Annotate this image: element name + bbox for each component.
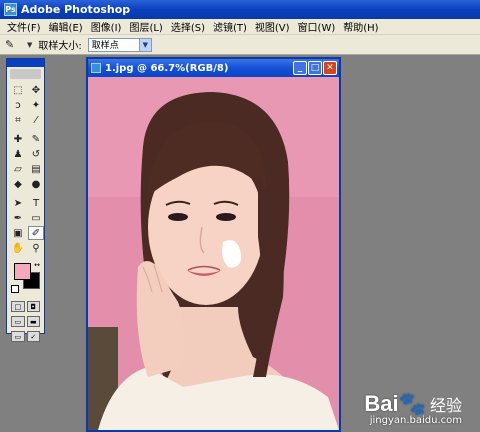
- marquee-tool-icon[interactable]: ⬚: [10, 83, 26, 97]
- close-button[interactable]: ✕: [323, 61, 337, 75]
- eyedropper-tool-icon[interactable]: ✐: [28, 226, 44, 240]
- portrait-photo: [88, 77, 339, 430]
- document-window: 1.jpg @ 66.7%(RGB/8) _ □ ✕: [86, 57, 341, 432]
- shape-tool-icon[interactable]: ▭: [28, 211, 44, 225]
- crop-tool-icon[interactable]: ⌗: [10, 113, 26, 127]
- brush-tool-icon[interactable]: ✎: [28, 132, 44, 146]
- standard-screen-icon[interactable]: ▭: [11, 316, 25, 327]
- eyedropper-tool-icon[interactable]: ✎: [5, 37, 27, 53]
- menu-image[interactable]: 图像(I): [87, 19, 126, 34]
- toolbox-title-bar[interactable]: [7, 59, 44, 67]
- swap-colors-icon[interactable]: ↔: [34, 261, 40, 269]
- zoom-tool-icon[interactable]: ⚲: [28, 241, 44, 255]
- baidu-jingyan-watermark: Bai🐾 经验 jingyan.baidu.com: [364, 391, 462, 426]
- chevron-down-icon[interactable]: ▼: [138, 38, 151, 51]
- clone-stamp-tool-icon[interactable]: ♟: [10, 147, 26, 161]
- menu-file[interactable]: 文件(F): [3, 19, 45, 34]
- document-title: 1.jpg @ 66.7%(RGB/8): [105, 62, 229, 74]
- menu-help[interactable]: 帮助(H): [339, 19, 382, 34]
- document-icon: [91, 63, 101, 73]
- menu-window[interactable]: 窗口(W): [294, 19, 340, 34]
- sample-size-value: 取样点: [91, 41, 119, 51]
- photoshop-logo-icon: Ps: [4, 3, 17, 16]
- color-swatches: ↔: [10, 261, 41, 295]
- document-title-bar[interactable]: 1.jpg @ 66.7%(RGB/8) _ □ ✕: [88, 59, 339, 77]
- watermark-brand: 经验: [429, 396, 462, 415]
- foreground-color-swatch[interactable]: [14, 263, 31, 280]
- watermark-logo: Bai: [364, 391, 399, 416]
- slice-tool-icon[interactable]: ⁄: [28, 113, 44, 127]
- dodge-tool-icon[interactable]: ●: [28, 177, 44, 191]
- default-colors-icon[interactable]: [11, 285, 19, 293]
- tool-preset-dropdown-icon[interactable]: ▼: [27, 41, 32, 49]
- toolbox-panel: ⬚ ✥ ↄ ✦ ⌗ ⁄ ✚ ✎ ♟ ↺ ▱ ▤ ◆ ● ➤ T ✒ ▭ ▣ ✐ …: [6, 58, 45, 342]
- menu-filter[interactable]: 滤镜(T): [209, 19, 251, 34]
- watermark-url: jingyan.baidu.com: [369, 415, 462, 426]
- history-brush-tool-icon[interactable]: ↺: [28, 147, 44, 161]
- menu-bar: 文件(F) 编辑(E) 图像(I) 图层(L) 选择(S) 滤镜(T) 视图(V…: [0, 19, 480, 35]
- app-title-bar: Ps Adobe Photoshop: [0, 0, 480, 19]
- menu-edit[interactable]: 编辑(E): [45, 19, 87, 34]
- gradient-tool-icon[interactable]: ▤: [28, 162, 44, 176]
- healing-brush-tool-icon[interactable]: ✚: [10, 132, 26, 146]
- full-screen-menu-icon[interactable]: ▬: [26, 316, 40, 327]
- sample-size-label: 取样大小:: [38, 41, 82, 52]
- jump-to-imageready-icon[interactable]: ✓: [26, 331, 40, 342]
- sample-size-select[interactable]: 取样点 ▼: [87, 37, 152, 52]
- blur-tool-icon[interactable]: ◆: [10, 177, 26, 191]
- options-bar: ✎ ▼ 取样大小: 取样点 ▼: [0, 35, 480, 55]
- type-tool-icon[interactable]: T: [28, 196, 44, 210]
- menu-view[interactable]: 视图(V): [251, 19, 294, 34]
- menu-select[interactable]: 选择(S): [167, 19, 209, 34]
- maximize-button[interactable]: □: [308, 61, 322, 75]
- baidu-paw-icon: 🐾: [398, 391, 426, 416]
- lasso-tool-icon[interactable]: ↄ: [10, 98, 26, 112]
- menu-layer[interactable]: 图层(L): [125, 19, 166, 34]
- full-screen-icon[interactable]: ▭: [11, 331, 25, 342]
- notes-tool-icon[interactable]: ▣: [10, 226, 26, 240]
- eraser-tool-icon[interactable]: ▱: [10, 162, 26, 176]
- standard-mode-icon[interactable]: □: [11, 301, 25, 312]
- quick-mask-mode-icon[interactable]: ◘: [26, 301, 40, 312]
- pen-tool-icon[interactable]: ✒: [10, 211, 26, 225]
- magic-wand-tool-icon[interactable]: ✦: [28, 98, 44, 112]
- app-title: Adobe Photoshop: [21, 3, 131, 16]
- feather-logo-icon[interactable]: [10, 69, 41, 79]
- hand-tool-icon[interactable]: ✋: [10, 241, 26, 255]
- minimize-button[interactable]: _: [293, 61, 307, 75]
- move-tool-icon[interactable]: ✥: [28, 83, 44, 97]
- path-select-tool-icon[interactable]: ➤: [10, 196, 26, 210]
- image-canvas[interactable]: [88, 77, 339, 430]
